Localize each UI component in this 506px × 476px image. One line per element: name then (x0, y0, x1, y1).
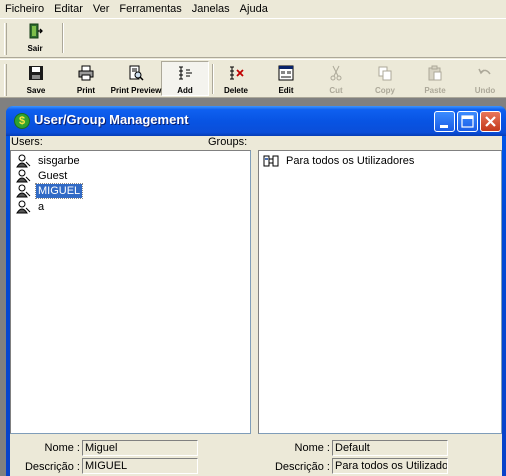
user-name-label: Nome : (44, 442, 80, 454)
delete-label: Delete (223, 86, 248, 95)
cut-label: Cut (329, 86, 343, 95)
menu-ajuda[interactable]: Ajuda (235, 1, 273, 17)
user-name: a (38, 201, 45, 213)
user-name-field: Miguel (82, 440, 198, 456)
list-item[interactable]: sisgarbe (15, 153, 82, 169)
printer-icon (78, 65, 94, 81)
group-name-label: Nome : (294, 442, 330, 454)
undo-icon (478, 68, 491, 75)
print-preview-label: Print Preview (110, 86, 162, 95)
toolbar-separator (62, 23, 64, 53)
menu-ferramentas[interactable]: Ferramentas (114, 1, 186, 17)
paste-icon (428, 65, 442, 81)
window-titlebar[interactable]: $ User/Group Management (6, 106, 506, 136)
list-item[interactable]: Guest (15, 168, 69, 184)
edit-icon (278, 65, 294, 81)
sair-label: Sair (27, 44, 43, 53)
group-name: Para todos os Utilizadores (286, 155, 415, 167)
user-icon (16, 154, 31, 168)
exit-door-icon (29, 23, 43, 39)
print-preview-button[interactable]: Print Preview (110, 65, 162, 95)
maximize-button[interactable] (457, 111, 478, 132)
user-name: MIGUEL (34, 183, 84, 199)
close-icon (485, 116, 496, 127)
user-name: sisgarbe (38, 155, 80, 167)
group-name-field: Default (332, 440, 448, 456)
menu-ficheiro[interactable]: Ficheiro (0, 1, 49, 17)
floppy-disk-icon (29, 66, 43, 80)
list-item[interactable]: Para todos os Utilizadores (263, 153, 416, 169)
user-icon (16, 200, 31, 214)
user-name: Guest (38, 170, 68, 182)
groups-list[interactable]: Para todos os Utilizadores (258, 150, 502, 434)
menu-editar[interactable]: Editar (49, 1, 88, 17)
add-icon (179, 66, 192, 80)
edit-button[interactable]: Edit (268, 65, 304, 95)
groups-label: Groups: (208, 136, 248, 148)
users-list[interactable]: sisgarbe Guest MIGUEL a (10, 150, 251, 434)
list-item[interactable]: a (15, 199, 46, 215)
toolbar-grip[interactable] (4, 64, 7, 96)
paste-button[interactable]: Paste (417, 65, 453, 95)
money-icon: $ (14, 113, 30, 129)
cut-button[interactable]: Cut (318, 65, 354, 95)
edit-label: Edit (278, 86, 294, 95)
user-icon (16, 169, 31, 183)
menu-bar: Ficheiro Editar Ver Ferramentas Janelas … (0, 0, 506, 18)
group-description-label: Descrição : (274, 461, 330, 473)
close-button[interactable] (480, 111, 501, 132)
save-button[interactable]: Save (18, 65, 54, 95)
save-label: Save (26, 86, 46, 95)
user-icon (16, 184, 31, 198)
menu-janelas[interactable]: Janelas (187, 1, 235, 17)
main-toolbar: Save Print Print Preview Add Delete Edit… (0, 59, 506, 98)
add-label: Add (177, 86, 193, 95)
user-description-field: MIGUEL (82, 458, 198, 474)
copy-button[interactable]: Copy (367, 65, 403, 95)
toolbar-grip[interactable] (4, 23, 7, 55)
delete-button[interactable]: Delete (218, 65, 254, 95)
user-group-management-window: $ User/Group Management Users: Groups: s… (6, 106, 506, 476)
delete-icon (230, 66, 244, 80)
copy-icon (378, 66, 392, 81)
user-description-label: Descrição : (24, 461, 80, 473)
group-description-field: Para todos os Utilizadores (332, 458, 448, 474)
paste-label: Paste (424, 86, 446, 95)
exit-toolbar: Sair (0, 18, 506, 58)
group-icon (263, 155, 279, 167)
print-label: Print (76, 86, 96, 95)
add-button[interactable]: Add (167, 65, 203, 95)
copy-label: Copy (375, 86, 395, 95)
window-client-area: Users: Groups: sisgarbe Guest MIGUEL a P… (10, 136, 502, 476)
menu-ver[interactable]: Ver (88, 1, 115, 17)
users-label: Users: (11, 136, 43, 148)
print-preview-icon (129, 65, 144, 81)
list-item-selected[interactable]: MIGUEL (15, 183, 84, 199)
minimize-icon (440, 125, 448, 128)
scissors-icon (330, 65, 342, 81)
maximize-icon (461, 115, 474, 128)
window-title: User/Group Management (34, 112, 189, 127)
undo-button[interactable]: Undo (467, 65, 503, 95)
minimize-button[interactable] (434, 111, 455, 132)
toolbar-separator (212, 64, 214, 94)
sair-button[interactable]: Sair (18, 23, 52, 53)
undo-label: Undo (474, 86, 496, 95)
print-button[interactable]: Print (68, 65, 104, 95)
